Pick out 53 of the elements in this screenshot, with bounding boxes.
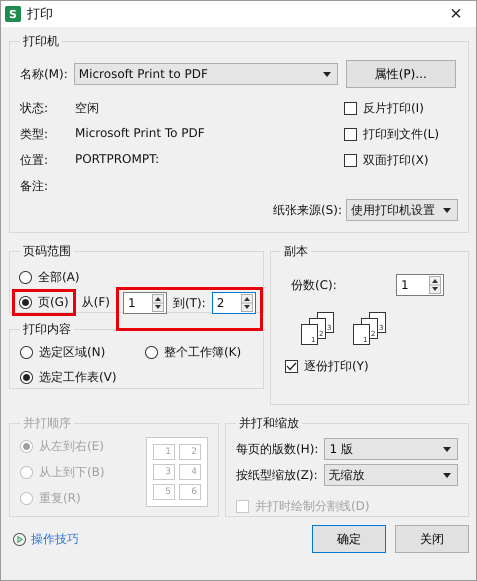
dialog-button[interactable]: 关闭 [395, 525, 469, 553]
app-icon: S [5, 6, 21, 22]
group-title: 副本 [283, 243, 309, 260]
dropdown-caret-icon [443, 446, 451, 452]
scaling-select[interactable]: 无缩放 [324, 464, 458, 486]
paper-source-select[interactable]: 使用打印机设置 [346, 199, 458, 221]
radio-option[interactable]: 整个工作簿(K) [145, 344, 253, 361]
radio-option[interactable]: 选定工作表(V) [20, 369, 145, 386]
field-label: 份数(C): [291, 276, 337, 294]
scaling-select[interactable]: 1 版 [324, 438, 458, 460]
field-label: 从(F) [82, 294, 110, 310]
info-value: PORTPROMPT: [75, 152, 160, 168]
checkbox-option[interactable]: 双面打印(X) [344, 152, 458, 169]
printer-select[interactable]: Microsoft Print to PDF [74, 63, 338, 85]
info-value: Microsoft Print To PDF [75, 126, 206, 142]
spin-arrows-icon[interactable] [240, 294, 253, 312]
radio-option[interactable]: 全部(A) [19, 269, 80, 286]
checkbox-option[interactable]: 反片打印(I) [344, 100, 458, 117]
info-label: 状态: [20, 100, 50, 117]
group-title: 并打和缩放 [238, 415, 300, 432]
checkbox-option[interactable]: 逐份打印(Y) [285, 358, 369, 375]
group-title: 打印机 [22, 33, 60, 50]
checkbox-option[interactable]: 打印到文件(L) [344, 126, 458, 143]
field-label: 名称(M): [20, 66, 68, 82]
field-label: 每页的版数(H): [236, 440, 318, 458]
checkmark-icon [286, 362, 297, 371]
info-label: 位置: [20, 152, 50, 169]
window-title: 打印 [27, 6, 54, 23]
info-label: 类型: [20, 126, 50, 143]
tips-link[interactable]: 操作技巧 [31, 530, 79, 548]
field-label: 纸张来源(S): [272, 202, 342, 218]
copies-field[interactable]: 1 [396, 274, 444, 296]
field-label: 到(T): [172, 294, 206, 312]
group-title: 页码范围 [22, 243, 72, 260]
from-page-field[interactable]: 1 [122, 292, 167, 314]
info-value: 空闲 [75, 100, 100, 117]
dropdown-caret-icon [443, 472, 451, 478]
dropdown-caret-icon [443, 208, 451, 212]
properties-button[interactable]: 属性(P)... [346, 60, 456, 88]
field-label: 按纸型缩放(Z): [236, 466, 318, 484]
info-label: 备注: [20, 178, 50, 195]
play-circle-icon [13, 532, 26, 546]
dialog-button[interactable]: 确定 [312, 525, 386, 553]
page-order-drawing: 1 2 3 4 5 6 [146, 436, 208, 506]
radio-option[interactable]: 选定区域(N) [20, 344, 145, 361]
group-title: 打印内容 [22, 321, 72, 338]
to-page-field[interactable]: 2 [212, 292, 256, 314]
spin-arrows-icon[interactable] [152, 294, 164, 312]
group-title: 并打顺序 [22, 415, 72, 432]
dropdown-caret-icon [322, 72, 331, 76]
radio-option[interactable]: 页(G) [19, 294, 69, 310]
close-button[interactable]: × [436, 1, 476, 27]
spin-arrows-icon[interactable] [429, 276, 441, 294]
